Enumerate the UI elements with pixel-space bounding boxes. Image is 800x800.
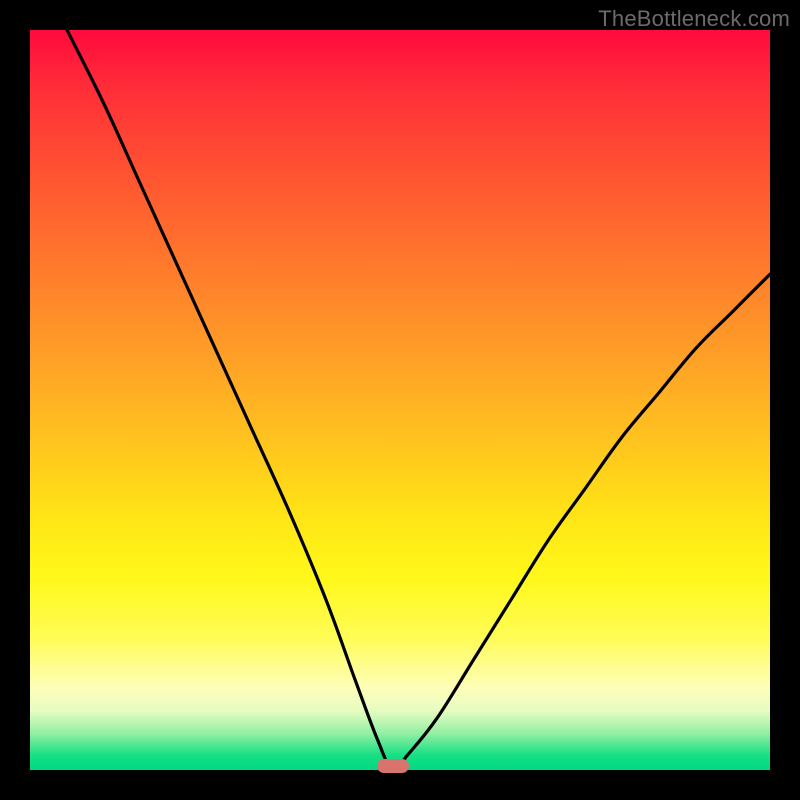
plot-area: [30, 30, 770, 770]
curve-path: [67, 30, 770, 771]
optimum-marker: [377, 759, 409, 773]
watermark-text: TheBottleneck.com: [598, 6, 790, 32]
chart-frame: TheBottleneck.com: [0, 0, 800, 800]
bottleneck-curve: [30, 30, 770, 770]
